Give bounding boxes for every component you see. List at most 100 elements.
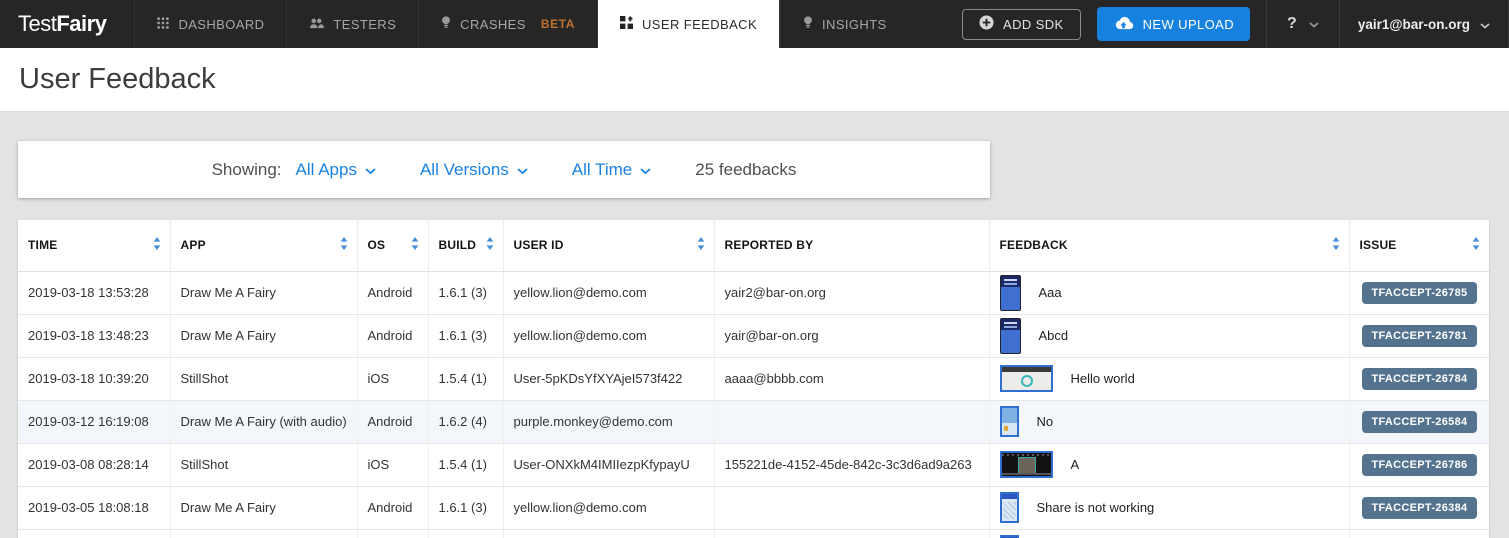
grid-icon <box>157 17 169 32</box>
issue-badge[interactable]: TFACCEPT-26384 <box>1362 497 1478 519</box>
cell-user-id <box>503 529 714 538</box>
cell-os: iOS <box>357 443 428 486</box>
feedback-screenshot-thumbnail[interactable] <box>1000 406 1019 437</box>
col-header-build[interactable]: BUILD <box>428 220 503 271</box>
cell-issue <box>1349 529 1489 538</box>
cell-feedback: Abcd <box>989 314 1349 357</box>
help-menu[interactable]: ? <box>1267 0 1339 48</box>
add-sdk-button[interactable]: ADD SDK <box>962 9 1081 40</box>
chevron-down-icon <box>1309 15 1319 33</box>
nav-item-crashes[interactable]: CRASHES BETA <box>418 0 597 48</box>
cell-build: 1.6.1 (3) <box>428 314 503 357</box>
sort-icon <box>340 237 348 253</box>
feedback-row[interactable]: 2019-03-08 08:28:14 StillShot iOS 1.5.4 … <box>18 443 1489 486</box>
nav-item-testers[interactable]: TESTERS <box>286 0 418 48</box>
col-header-os[interactable]: OS <box>357 220 428 271</box>
cell-build: 1.6.1 (3) <box>428 271 503 314</box>
people-icon <box>309 17 324 32</box>
issue-badge[interactable]: TFACCEPT-26584 <box>1362 411 1478 433</box>
feedback-screenshot-thumbnail[interactable] <box>1000 451 1053 478</box>
feedback-text: Abcd <box>1039 328 1069 343</box>
feedback-screenshot-thumbnail[interactable] <box>1000 492 1019 523</box>
feedback-text: Share is not working <box>1037 500 1155 515</box>
cell-reported-by <box>714 400 989 443</box>
nav-item-insights[interactable]: INSIGHTS <box>780 0 909 48</box>
feedback-text: A <box>1071 457 1080 472</box>
new-upload-label: NEW UPLOAD <box>1143 17 1234 32</box>
col-header-app[interactable]: APP <box>170 220 357 271</box>
sort-icon <box>486 237 494 253</box>
sort-icon <box>153 237 161 253</box>
apps-filter-dropdown[interactable]: All Apps <box>296 160 376 180</box>
bulb-icon <box>441 16 451 32</box>
cell-build: 1.5.4 (1) <box>428 357 503 400</box>
cell-app: Draw Me A Fairy <box>170 271 357 314</box>
cell-time: 2019-03-18 10:39:20 <box>18 357 170 400</box>
top-nav: TestFairy DASHBOARD TESTERS <box>0 0 1509 48</box>
app-logo[interactable]: TestFairy <box>0 0 134 48</box>
cell-app: Draw Me A Fairy <box>170 314 357 357</box>
cell-feedback: Share is not working <box>989 486 1349 529</box>
col-header-reported-by[interactable]: REPORTED BY <box>714 220 989 271</box>
sort-icon <box>411 237 419 253</box>
time-filter-dropdown[interactable]: All Time <box>572 160 651 180</box>
issue-badge[interactable]: TFACCEPT-26784 <box>1362 368 1478 390</box>
new-upload-button[interactable]: NEW UPLOAD <box>1097 7 1250 41</box>
versions-filter-dropdown[interactable]: All Versions <box>420 160 528 180</box>
feedback-row[interactable]: 2019-03-05 18:08:18 Draw Me A Fairy Andr… <box>18 486 1489 529</box>
col-header-feedback[interactable]: FEEDBACK <box>989 220 1349 271</box>
cell-feedback: Hello world <box>989 357 1349 400</box>
issue-badge[interactable]: TFACCEPT-26781 <box>1362 325 1478 347</box>
cell-issue: TFACCEPT-26584 <box>1349 400 1489 443</box>
feedback-screenshot-thumbnail[interactable] <box>1000 365 1053 392</box>
feedback-count: 25 feedbacks <box>695 160 796 180</box>
cell-issue: TFACCEPT-26384 <box>1349 486 1489 529</box>
cell-app: StillShot <box>170 357 357 400</box>
col-label: OS <box>368 238 386 252</box>
col-header-user-id[interactable]: USER ID <box>503 220 714 271</box>
account-menu[interactable]: yair1@bar-on.org <box>1340 0 1508 48</box>
feedback-row[interactable]: 2019-03-18 13:48:23 Draw Me A Fairy Andr… <box>18 314 1489 357</box>
cell-os <box>357 529 428 538</box>
col-header-time[interactable]: TIME <box>18 220 170 271</box>
sort-icon <box>697 237 705 253</box>
cell-reported-by: 155221de-4152-45de-842c-3c3d6ad9a263 <box>714 443 989 486</box>
col-label: FEEDBACK <box>1000 238 1068 252</box>
feedback-squares-icon <box>620 16 633 32</box>
cell-build: 1.6.2 (4) <box>428 400 503 443</box>
cell-reported-by <box>714 529 989 538</box>
cell-time: 2019-03-18 13:53:28 <box>18 271 170 314</box>
col-header-issue[interactable]: ISSUE <box>1349 220 1489 271</box>
issue-badge[interactable]: TFACCEPT-26785 <box>1362 282 1478 304</box>
nav-item-label: TESTERS <box>333 17 396 32</box>
nav-right-section: ADD SDK NEW UPLOAD ? yair1@bar-on.org <box>962 0 1509 48</box>
feedback-text: No <box>1037 414 1054 429</box>
help-label: ? <box>1287 15 1297 33</box>
chevron-down-icon <box>1480 17 1490 32</box>
issue-badge[interactable]: TFACCEPT-26786 <box>1362 454 1478 476</box>
cell-reported-by: aaaa@bbbb.com <box>714 357 989 400</box>
nav-item-user-feedback[interactable]: USER FEEDBACK <box>597 0 780 48</box>
feedback-text: Aaa <box>1039 285 1062 300</box>
feedback-row[interactable] <box>18 529 1489 538</box>
feedback-screenshot-thumbnail[interactable] <box>1000 275 1021 311</box>
feedback-row[interactable]: 2019-03-18 13:53:28 Draw Me A Fairy Andr… <box>18 271 1489 314</box>
cell-build: 1.5.4 (1) <box>428 443 503 486</box>
feedback-screenshot-thumbnail[interactable] <box>1000 318 1021 354</box>
col-label: BUILD <box>439 238 477 252</box>
cell-time: 2019-03-05 18:08:18 <box>18 486 170 529</box>
account-email: yair1@bar-on.org <box>1358 17 1470 32</box>
cell-app: StillShot <box>170 443 357 486</box>
cell-user-id: User-ONXkM4IMIIezpKfypayU <box>503 443 714 486</box>
nav-item-dashboard[interactable]: DASHBOARD <box>134 0 286 48</box>
cell-user-id: yellow.lion@demo.com <box>503 314 714 357</box>
feedback-row[interactable]: 2019-03-12 16:19:08 Draw Me A Fairy (wit… <box>18 400 1489 443</box>
chevron-down-icon <box>517 160 528 180</box>
feedback-row[interactable]: 2019-03-18 10:39:20 StillShot iOS 1.5.4 … <box>18 357 1489 400</box>
cell-issue: TFACCEPT-26784 <box>1349 357 1489 400</box>
cell-os: Android <box>357 314 428 357</box>
cell-user-id: User-5pKDsYfXYAjeI573f422 <box>503 357 714 400</box>
cell-feedback: A <box>989 443 1349 486</box>
bulb-icon <box>803 16 813 32</box>
logo-text-test: Test <box>18 11 56 37</box>
